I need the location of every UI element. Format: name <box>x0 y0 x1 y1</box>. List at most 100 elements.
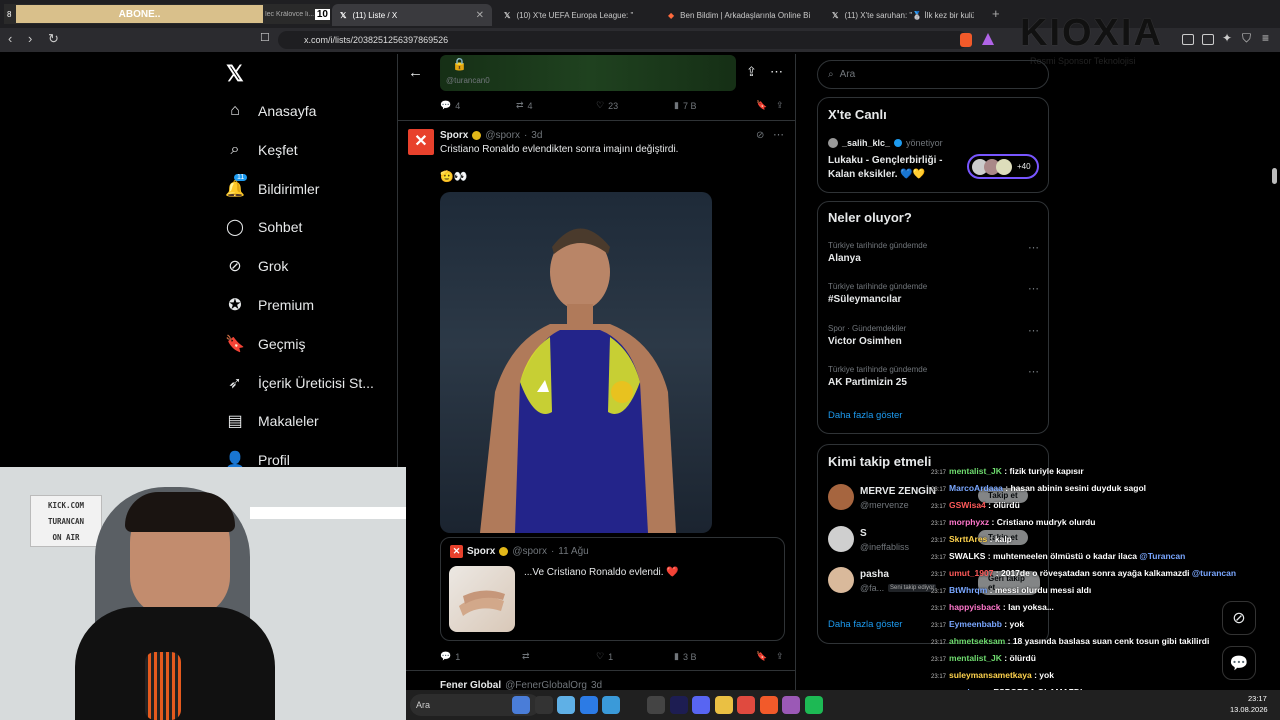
menu-icon[interactable]: ≡ <box>1262 31 1269 45</box>
reply-button[interactable]: 💬 4 <box>440 100 516 111</box>
more-icon[interactable]: ⋯ <box>1028 282 1040 295</box>
more-icon[interactable]: ⋯ <box>770 64 783 80</box>
trend-item[interactable]: Türkiye tarihinde gündemde #Süleymancılar… <box>828 282 1040 305</box>
brave-icon[interactable] <box>759 696 778 714</box>
close-icon[interactable]: ✕ <box>476 10 484 21</box>
widgets-icon[interactable] <box>512 696 530 714</box>
chat-user: MarcoArdaaa <box>949 483 1003 493</box>
wall-shelf <box>250 507 406 519</box>
sidebar-item-3[interactable]: ◯ Sohbet <box>226 218 302 236</box>
spotify-icon[interactable] <box>804 696 823 714</box>
live-host-role: yönetiyor <box>906 138 943 148</box>
trend-category: Türkiye tarihinde gündemde <box>828 282 928 292</box>
like-button[interactable]: ♡ 23 <box>596 100 674 111</box>
views-button[interactable]: ▮ 3 B <box>674 651 756 662</box>
brave-rewards-icon[interactable] <box>982 33 994 45</box>
leo-icon[interactable]: ✦ <box>1222 31 1232 45</box>
chat-text: ölürdü <box>993 500 1020 510</box>
repost-icon: ⇄ <box>522 651 530 661</box>
grok-icon[interactable]: ⊘ <box>756 130 764 141</box>
follow-name: MERVE ZENGİN <box>860 486 936 497</box>
back-icon[interactable]: ‹ <box>8 31 12 46</box>
sidebar-toggle-icon[interactable] <box>1182 34 1194 45</box>
bookmark-icon[interactable]: 🔖 <box>756 100 776 111</box>
tweet-image[interactable] <box>440 192 712 533</box>
more-icon[interactable]: ⋯ <box>1028 241 1040 254</box>
tweet-handle[interactable]: @sporx <box>485 130 520 141</box>
task-view-icon[interactable] <box>534 696 553 714</box>
tweet-author[interactable]: Sporx <box>440 130 468 141</box>
x-logo-icon[interactable]: 𝕏 <box>226 61 244 87</box>
chat-user: SWALKS <box>949 551 986 561</box>
kioxia-logo: KIOXIA <box>1020 12 1163 54</box>
heart-icon: ♡ <box>596 651 605 661</box>
tab-benbildim[interactable]: ◆ Ben Bildim | Arkadaşlarınla Online Bil <box>660 4 820 26</box>
bookmark-icon[interactable]: 🔖 <box>756 651 776 662</box>
trend-name: Alanya <box>828 253 861 264</box>
store-icon[interactable] <box>579 696 598 714</box>
more-icon[interactable]: ⋯ <box>1028 365 1040 378</box>
bookmark-page-icon[interactable]: ☐ <box>260 31 270 44</box>
share-icon[interactable]: ⇪ <box>776 651 784 662</box>
new-tab-button[interactable]: + <box>992 6 1000 21</box>
sidebar-item-0[interactable]: ⌂ Anasayfa <box>226 102 316 120</box>
view-count: 7 B <box>682 100 697 111</box>
sidebar-item-4[interactable]: ⊘ Grok <box>226 257 288 275</box>
trends-show-more[interactable]: Daha fazla göster <box>828 410 902 421</box>
discord-icon[interactable] <box>692 696 710 714</box>
chat-time: 23:17 <box>931 487 947 493</box>
brave-shield-icon[interactable] <box>960 33 972 47</box>
tweet-time[interactable]: 3d <box>531 130 542 141</box>
sidebar-item-7[interactable]: ➶ İçerik Üreticisi St... <box>226 374 374 392</box>
taskbar-search-label: Ara <box>416 700 431 710</box>
sidebar-item-5[interactable]: ✪ Premium <box>226 296 314 314</box>
media-icon[interactable] <box>737 696 755 714</box>
sidebar-item-6[interactable]: 🔖 Geçmiş <box>225 335 305 353</box>
reply-button[interactable]: 💬 1 <box>440 651 522 662</box>
share-icon[interactable]: ⇪ <box>776 100 784 111</box>
live-host-row[interactable]: _salih_klc_ yönetiyor <box>828 138 943 148</box>
trend-item[interactable]: Spor · Gündemdekiler Victor Osimhen ⋯ <box>828 324 1040 347</box>
tab-liste[interactable]: 𝕏 (11) Liste / X ✕ <box>332 4 492 26</box>
sidebar-item-label: Sohbet <box>258 219 303 236</box>
follow-show-more[interactable]: Daha fazla göster <box>828 619 902 630</box>
messages-fab[interactable]: 💬 <box>1222 646 1256 680</box>
tab-uefa[interactable]: 𝕏 (10) X'te UEFA Europa League: "Lukak <box>496 4 656 26</box>
trend-item[interactable]: Türkiye tarihinde gündemde AK Partimizin … <box>828 365 1040 388</box>
file-explorer-icon[interactable] <box>557 696 575 714</box>
edge-icon[interactable] <box>602 696 620 714</box>
photos-icon[interactable] <box>782 696 800 714</box>
trend-item[interactable]: Türkiye tarihinde gündemde Alanya ⋯ <box>828 241 1040 264</box>
chrome-icon[interactable] <box>714 696 733 714</box>
live-text[interactable]: Lukaku - Gençlerbirliği - Kalan eksikler… <box>828 154 958 182</box>
wallet-icon[interactable] <box>1202 34 1214 45</box>
url-field[interactable]: x.com/i/lists/2038251256397869526 <box>278 31 968 49</box>
tab-saruhan[interactable]: 𝕏 (11) X'te saruhan: "🥈 İlk kez bir kulü <box>824 4 984 26</box>
reload-icon[interactable]: ↻ <box>48 31 59 47</box>
back-arrow-icon[interactable]: ← <box>408 64 423 81</box>
repost-button[interactable]: ⇄ 4 <box>516 100 596 111</box>
views-button[interactable]: ▮ 7 B <box>674 100 756 111</box>
forward-icon[interactable]: › <box>28 31 32 46</box>
chat-message: 23:17 mentalist_JK : ölürdü <box>931 653 1036 663</box>
sidebar-item-2[interactable]: 🔔 11 Bildirimler <box>225 173 319 198</box>
xbox-icon[interactable] <box>624 696 643 714</box>
share-icon[interactable]: ⇪ <box>746 64 757 80</box>
like-button[interactable]: ♡ 1 <box>596 651 674 662</box>
grok-fab[interactable]: ⊘ <box>1222 601 1256 635</box>
capcut-icon[interactable] <box>647 696 665 714</box>
vpn-icon[interactable]: ⛉ <box>1242 31 1251 46</box>
more-icon[interactable]: ⋯ <box>773 128 784 141</box>
search-box[interactable]: ⌕ Ara <box>817 60 1049 89</box>
repost-button[interactable]: ⇄ <box>522 651 596 662</box>
premiere-icon[interactable] <box>669 696 688 714</box>
sidebar-item-8[interactable]: ▤ Makaleler <box>226 412 318 430</box>
avatar[interactable]: ✕ <box>408 129 434 155</box>
more-icon[interactable]: ⋯ <box>1028 324 1040 337</box>
sidebar-item-1[interactable]: ⌕ Keşfet <box>226 141 298 159</box>
views-icon: ▮ <box>674 651 679 661</box>
chat-message: 23:17 SkrttAres : kalp <box>931 534 1012 544</box>
live-listeners[interactable]: +40 <box>967 154 1039 179</box>
tab-stream-overlay[interactable]: 8 ABONE.. lec Královce li... 10 <box>4 4 330 24</box>
scrollbar[interactable] <box>1272 168 1277 184</box>
